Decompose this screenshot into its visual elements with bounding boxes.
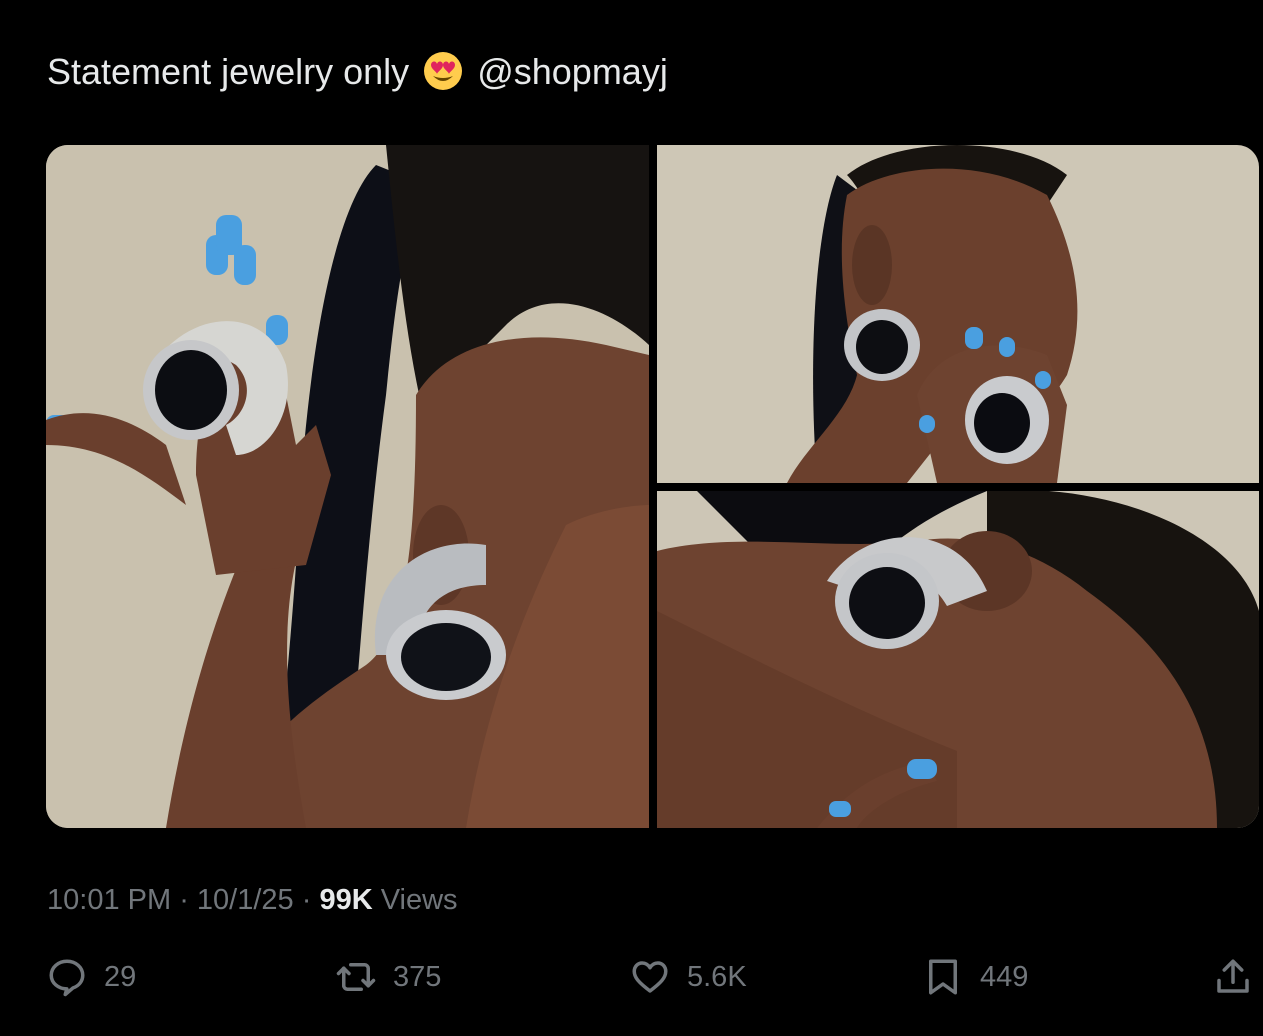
views-label: Views [372,884,458,916]
retweet-count: 375 [393,960,442,993]
tweet-date[interactable]: 10/1/25 [197,884,294,916]
tweet-text: Statement jewelry only @shopmayj [47,50,668,94]
meta-separator: · [171,884,197,916]
photo-top-right[interactable] [657,145,1259,483]
tweet-actions: 29 375 5.6K 449 [0,950,1263,1004]
media-grid [46,145,1259,828]
tweet-meta: 10:01 PM · 10/1/25 · 99K Views [47,880,458,920]
reply-icon [49,959,85,997]
reply-button[interactable]: 29 [46,950,136,1004]
retweet-icon [336,963,376,991]
tweet-text-body: Statement jewelry only [47,51,410,92]
share-button[interactable] [1212,950,1254,1004]
portrait-photo-left [46,145,649,828]
like-count: 5.6K [687,960,747,993]
portrait-photo-top-right [657,145,1259,483]
portrait-photo-bottom-right [657,491,1259,828]
bookmark-icon [929,959,957,995]
tweet-time[interactable]: 10:01 PM [47,884,171,916]
views-count: 99K [319,884,373,916]
bookmark-button[interactable]: 449 [922,950,1028,1004]
mention-link[interactable]: @shopmayj [477,51,668,92]
heart-icon [632,961,668,993]
share-icon [1217,959,1249,993]
reply-count: 29 [104,960,137,993]
heart-eyes-emoji-icon [424,52,463,90]
bookmark-count: 449 [980,960,1029,993]
like-button[interactable]: 5.6K [629,950,747,1004]
photo-bottom-right[interactable] [657,491,1259,828]
meta-separator: · [293,884,320,916]
photo-left[interactable] [46,145,649,828]
retweet-button[interactable]: 375 [335,950,441,1004]
